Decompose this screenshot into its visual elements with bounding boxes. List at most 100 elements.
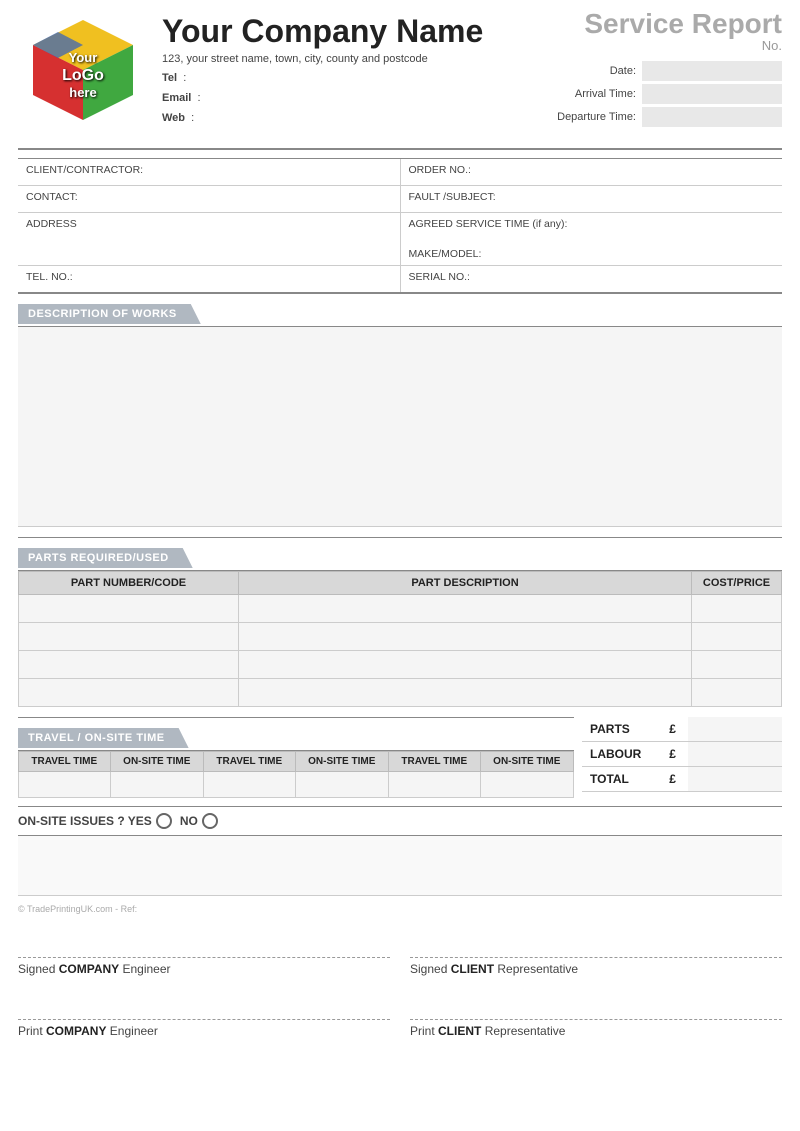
header-right: Service Report No. Date: Arrival Time: D… [542,10,782,130]
agreed-label: AGREED SERVICE TIME (if any): [409,218,568,230]
cost-summary-table: PARTS £ LABOUR £ TOTAL £ [582,717,782,792]
contact-label: CONTACT: [26,191,78,203]
travel-col5: TRAVEL TIME [388,752,480,772]
total-cost-label: TOTAL [582,767,661,792]
travel-cell-1[interactable] [19,772,111,798]
logo-cube-svg [23,15,143,135]
address-label: ADDRESS [26,218,77,230]
total-cost-value[interactable] [688,767,782,792]
travel-col1: TRAVEL TIME [19,752,111,772]
telno-cell: TEL. NO.: [18,266,401,292]
departure-value[interactable] [642,107,782,127]
travel-row-1 [19,772,574,798]
travel-left: TRAVEL / ON-SITE TIME TRAVEL TIME ON-SIT… [18,717,574,798]
labour-cost-row: LABOUR £ [582,742,782,767]
arrival-value[interactable] [642,84,782,104]
signatures-section: Signed COMPANY Engineer Print COMPANY En… [18,928,782,1038]
print-company-line [18,990,390,1020]
serial-cell: SERIAL NO.: [401,266,783,292]
right-multi-cell: AGREED SERVICE TIME (if any): MAKE/MODEL… [401,213,783,265]
arrival-row: Arrival Time: [542,84,782,104]
travel-header-bar: TRAVEL / ON-SITE TIME [18,717,574,751]
parts-header: PARTS REQUIRED/USED [18,548,193,568]
parts-cell-code-3[interactable] [19,651,239,679]
travel-section: TRAVEL / ON-SITE TIME TRAVEL TIME ON-SIT… [18,717,782,798]
parts-cell-desc-1[interactable] [239,595,692,623]
onsite-yes-radio[interactable] [156,813,172,829]
parts-cost-value[interactable] [688,717,782,742]
parts-cell-code-4[interactable] [19,679,239,707]
works-header: DESCRIPTION OF WORKS [18,304,201,324]
onsite-issues-area[interactable] [18,836,782,896]
fault-cell: FAULT /SUBJECT: [401,186,783,212]
info-row-2: CONTACT: FAULT /SUBJECT: [18,186,782,213]
tel-row: Tel : [162,69,542,89]
parts-table-header-row: PART NUMBER/CODE PART DESCRIPTION COST/P… [19,572,782,595]
print-client-post: Representative [481,1024,565,1038]
logo-box: Your LoGo here [18,10,148,140]
header-section: Your LoGo here Your Company Name 123, yo… [18,10,782,150]
travel-right: PARTS £ LABOUR £ TOTAL £ [582,717,782,798]
info-row-4: TEL. NO.: SERIAL NO.: [18,266,782,292]
travel-header: TRAVEL / ON-SITE TIME [18,728,189,748]
web-label: Web [162,112,185,124]
web-row: Web : [162,109,542,129]
print-company-pre: Print [18,1024,46,1038]
print-client-label: Print CLIENT Representative [410,1024,782,1038]
info-row-3: ADDRESS AGREED SERVICE TIME (if any): MA… [18,213,782,266]
parts-cell-code-2[interactable] [19,623,239,651]
travel-cell-4[interactable] [295,772,388,798]
date-value[interactable] [642,61,782,81]
parts-cell-desc-4[interactable] [239,679,692,707]
works-area[interactable] [18,327,782,527]
parts-cell-desc-2[interactable] [239,623,692,651]
signed-client-post: Representative [494,962,578,976]
company-address: 123, your street name, town, city, count… [162,53,542,65]
labour-cost-value[interactable] [688,742,782,767]
parts-cell-cost-2[interactable] [692,623,782,651]
parts-row-1 [19,595,782,623]
travel-cell-2[interactable] [110,772,203,798]
travel-col4: ON-SITE TIME [295,752,388,772]
make-label: MAKE/MODEL: [409,248,482,260]
arrival-label: Arrival Time: [542,88,642,100]
company-info: Your Company Name 123, your street name,… [162,10,542,129]
email-label: Email [162,92,191,104]
page: Your LoGo here Your Company Name 123, yo… [0,0,800,1131]
agreed-cell: AGREED SERVICE TIME (if any): [409,218,775,230]
onsite-no-label: NO [180,814,198,828]
sig-company-label: Signed COMPANY Engineer [18,962,390,976]
travel-cell-5[interactable] [388,772,480,798]
telno-label: TEL. NO.: [26,271,73,283]
travel-cell-6[interactable] [480,772,573,798]
parts-pound: £ [661,717,688,742]
parts-row-4 [19,679,782,707]
signed-client-bold: CLIENT [451,962,494,976]
parts-cell-cost-4[interactable] [692,679,782,707]
onsite-no-radio[interactable] [202,813,218,829]
travel-cell-3[interactable] [203,772,295,798]
info-grid: CLIENT/CONTRACTOR: ORDER NO.: CONTACT: F… [18,158,782,293]
travel-col2: ON-SITE TIME [110,752,203,772]
sig-client-col: Signed CLIENT Representative Print CLIEN… [410,928,782,1038]
client-label: CLIENT/CONTRACTOR: [26,164,143,176]
parts-cell-cost-1[interactable] [692,595,782,623]
travel-col6: ON-SITE TIME [480,752,573,772]
parts-col-code: PART NUMBER/CODE [19,572,239,595]
parts-cell-cost-3[interactable] [692,651,782,679]
signed-company-post: Engineer [119,962,170,976]
travel-col3: TRAVEL TIME [203,752,295,772]
sig-company-col: Signed COMPANY Engineer Print COMPANY En… [18,928,390,1038]
parts-cost-label: PARTS [582,717,661,742]
email-row: Email : [162,89,542,109]
parts-cell-desc-3[interactable] [239,651,692,679]
print-client-pre: Print [410,1024,438,1038]
company-details: Tel : Email : Web : [162,69,542,128]
labour-pound: £ [661,742,688,767]
address-cell: ADDRESS [18,213,401,265]
travel-table: TRAVEL TIME ON-SITE TIME TRAVEL TIME ON-… [18,751,574,798]
parts-cell-code-1[interactable] [19,595,239,623]
parts-cost-row: PARTS £ [582,717,782,742]
works-header-bar: DESCRIPTION OF WORKS [18,293,782,327]
parts-header-bar: PARTS REQUIRED/USED [18,537,782,571]
